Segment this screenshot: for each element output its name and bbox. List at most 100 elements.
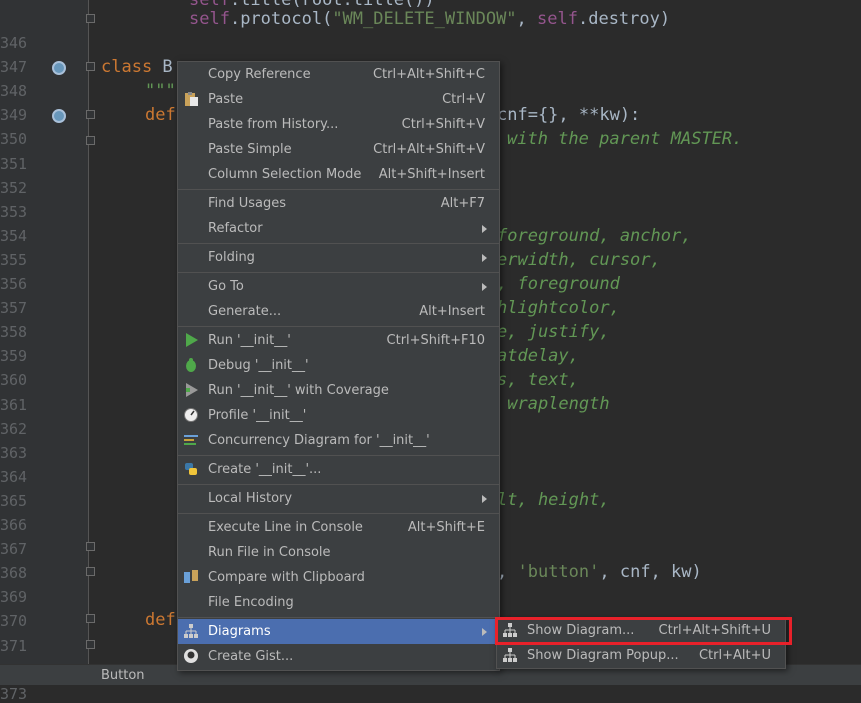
line-number: 360 — [0, 371, 28, 390]
code-token: .destroy) — [577, 9, 671, 29]
menu-item-create-gist[interactable]: Create Gist... — [178, 644, 499, 669]
menu-separator — [178, 513, 499, 514]
menu-item-label: Profile '__init__' — [208, 408, 307, 423]
menu-item-column-selection-mode[interactable]: Column Selection Mode Alt+Shift+Insert — [178, 162, 499, 187]
menu-item-generate[interactable]: Generate... Alt+Insert — [178, 299, 499, 324]
menu-item-local-history[interactable]: Local History — [178, 486, 499, 511]
code-line: lt, height, — [497, 490, 610, 510]
menu-item-diagrams[interactable]: Diagrams — [178, 619, 499, 644]
line-number: 352 — [0, 178, 28, 197]
line-number: 356 — [0, 275, 28, 293]
menu-item-label: Paste Simple — [208, 142, 292, 157]
menu-item-run-file-in-console[interactable]: Run File in Console — [178, 540, 499, 565]
code-line: with the parent MASTER. — [507, 129, 743, 149]
line-number: 346 — [0, 34, 28, 52]
menu-item-label: Column Selection Mode — [208, 167, 362, 182]
line-number: 370 — [0, 612, 28, 631]
menu-item-copy-reference[interactable]: Copy Reference Ctrl+Alt+Shift+C — [178, 62, 499, 87]
code-line: class B — [101, 57, 173, 77]
menu-item-label: Debug '__init__' — [208, 358, 309, 373]
fold-marker[interactable] — [86, 640, 95, 649]
breadcrumb[interactable]: Button — [101, 668, 145, 683]
menu-item-label: Concurrency Diagram for '__init__' — [208, 433, 430, 448]
code-token: B — [152, 57, 173, 77]
menu-item-go-to[interactable]: Go To — [178, 274, 499, 299]
fold-marker[interactable] — [86, 14, 95, 23]
submenu-arrow-icon — [482, 628, 487, 636]
python-icon — [183, 461, 199, 477]
diagram-icon — [183, 623, 199, 639]
code-token: , — [516, 9, 538, 29]
line-number: 366 — [0, 516, 28, 534]
menu-item-debug-init[interactable]: Debug '__init__' — [178, 353, 499, 378]
menu-item-refactor[interactable]: Refactor — [178, 216, 499, 241]
line-number: 369 — [0, 588, 28, 607]
menu-item-profile-init[interactable]: Profile '__init__' — [178, 403, 499, 428]
menu-item-paste-simple[interactable]: Paste Simple Ctrl+Alt+Shift+V — [178, 137, 499, 162]
menu-item-file-encoding[interactable]: File Encoding — [178, 590, 499, 615]
menu-item-label: Create Gist... — [208, 649, 294, 664]
line-number: 351 — [0, 154, 28, 173]
line-number: 355 — [0, 250, 28, 269]
submenu-arrow-icon — [482, 495, 487, 503]
menu-item-execute-line-in-console[interactable]: Execute Line in Console Alt+Shift+E — [178, 515, 499, 540]
line-number: 349 — [0, 106, 28, 125]
menu-item-find-usages[interactable]: Find Usages Alt+F7 — [178, 191, 499, 216]
menu-item-shortcut: Alt+F7 — [440, 196, 485, 211]
fold-marker[interactable] — [86, 567, 95, 576]
line-number: 353 — [0, 202, 28, 221]
profile-icon — [183, 407, 199, 423]
menu-item-label: Run File in Console — [208, 545, 331, 560]
menu-item-shortcut: Alt+Insert — [419, 304, 485, 319]
menu-item-shortcut: Ctrl+Alt+Shift+C — [372, 67, 485, 82]
code-line: def — [145, 105, 176, 125]
menu-separator — [178, 617, 499, 618]
line-number: 368 — [0, 564, 28, 583]
menu-item-concurrency-diagram-for-init[interactable]: Concurrency Diagram for '__init__' — [178, 428, 499, 453]
line-number: 373 — [0, 684, 28, 703]
menu-item-run-init-with-coverage[interactable]: Run '__init__' with Coverage — [178, 378, 499, 403]
code-line: erwidth, cursor, — [497, 250, 661, 270]
menu-item-label: Run '__init__' with Coverage — [208, 383, 389, 398]
fold-marker[interactable] — [86, 110, 95, 119]
run-icon — [183, 332, 199, 348]
fold-marker[interactable] — [86, 614, 95, 623]
menu-item-paste-from-history[interactable]: Paste from History... Ctrl+Shift+V — [178, 112, 499, 137]
compare-icon — [183, 569, 199, 585]
submenu-arrow-icon — [482, 283, 487, 291]
menu-item-label: Create '__init__'... — [208, 462, 322, 477]
menu-item-label: Folding — [208, 250, 255, 265]
fold-marker[interactable] — [86, 542, 95, 551]
line-number: 365 — [0, 491, 28, 510]
menu-item-label: Diagrams — [208, 624, 271, 639]
override-marker-icon[interactable] — [52, 109, 66, 123]
code-line: """ — [145, 81, 176, 101]
submenu-arrow-icon — [482, 254, 487, 262]
menu-item-shortcut: Alt+Shift+E — [407, 520, 485, 535]
code-token: self — [537, 9, 578, 29]
code-line: wraplength — [497, 394, 610, 414]
menu-item-label: Paste — [208, 92, 244, 107]
code-line: hlightcolor, — [497, 298, 620, 318]
fold-marker[interactable] — [86, 62, 95, 71]
menu-item-label: Show Diagram Popup... — [527, 648, 679, 663]
menu-item-label: Copy Reference — [208, 67, 311, 82]
menu-item-paste[interactable]: Paste Ctrl+V — [178, 87, 499, 112]
menu-item-shortcut: Ctrl+Shift+F10 — [386, 333, 485, 348]
code-token: self — [189, 9, 230, 29]
menu-item-compare-with-clipboard[interactable]: Compare with Clipboard — [178, 565, 499, 590]
menu-item-folding[interactable]: Folding — [178, 245, 499, 270]
menu-item-label: Execute Line in Console — [208, 520, 363, 535]
submenu-item-show-diagram-popup[interactable]: Show Diagram Popup... Ctrl+Alt+U — [497, 643, 785, 668]
fold-marker[interactable] — [86, 136, 95, 145]
code-token: "WM_DELETE_WINDOW" — [332, 9, 517, 29]
menu-item-shortcut: Alt+Shift+Insert — [378, 167, 485, 182]
override-marker-icon[interactable] — [52, 61, 66, 75]
code-token: class — [101, 57, 153, 77]
code-line: foreground, anchor, — [497, 226, 692, 246]
menu-item-label: Local History — [208, 491, 293, 506]
menu-item-create-init[interactable]: Create '__init__'... — [178, 457, 499, 482]
menu-item-shortcut: Ctrl+Alt+U — [698, 648, 771, 663]
menu-item-run-init[interactable]: Run '__init__' Ctrl+Shift+F10 — [178, 328, 499, 353]
code-line: cnf={}, **kw): — [497, 105, 641, 125]
